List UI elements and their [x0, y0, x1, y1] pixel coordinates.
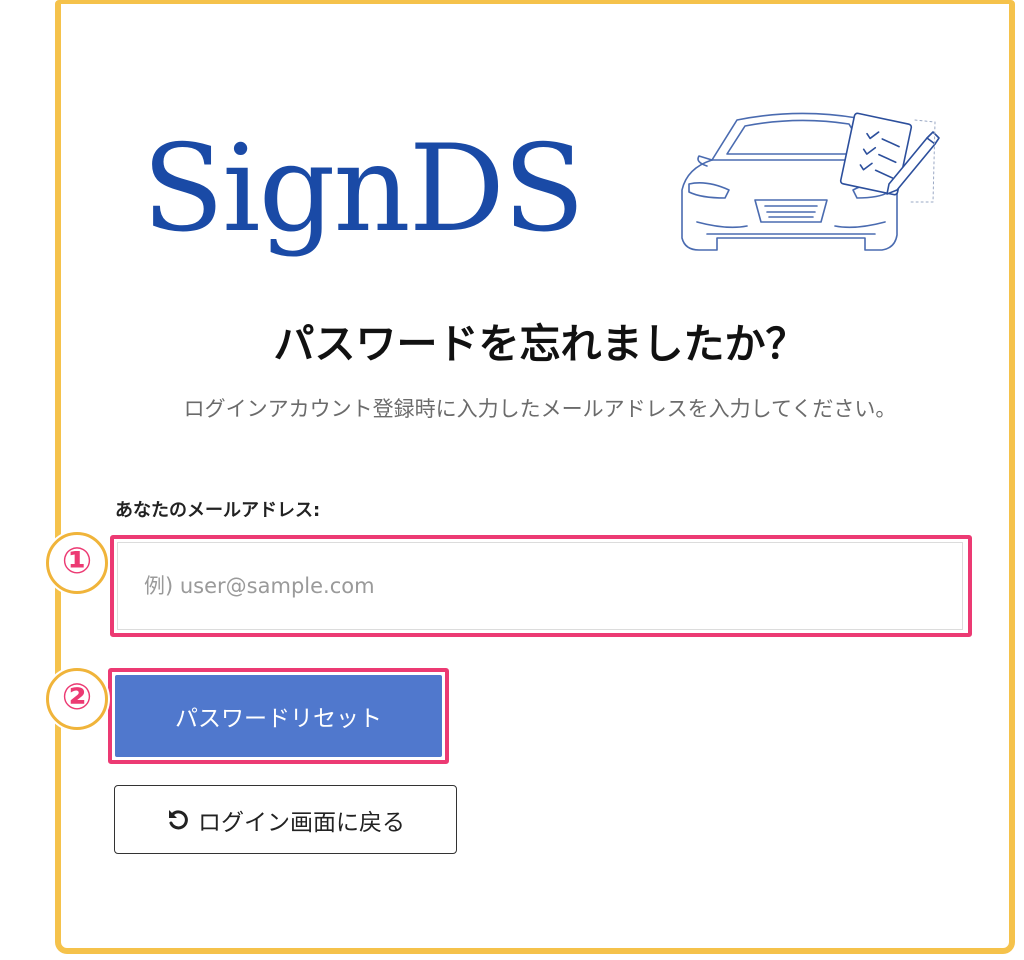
logo-text: SignDS [142, 120, 585, 259]
back-to-login-button[interactable]: ログイン画面に戻る [114, 785, 457, 854]
car-with-checklist-icon [681, 112, 940, 251]
page-subtitle: ログインアカウント登録時に入力したメールアドレスを入力してください。 [183, 397, 897, 421]
password-reset-button[interactable]: パスワードリセット [115, 675, 442, 757]
annotation-marker-2: ② [46, 668, 108, 730]
page-title: パスワードを忘れましたか？ [273, 320, 807, 368]
email-label: あなたのメールアドレス: [115, 500, 321, 521]
back-button-label: ログイン画面に戻る [198, 809, 405, 836]
email-input[interactable] [117, 542, 963, 630]
undo-icon [169, 809, 188, 829]
annotation-marker-1: ① [46, 532, 108, 594]
signds-logo: SignDS [142, 110, 942, 280]
